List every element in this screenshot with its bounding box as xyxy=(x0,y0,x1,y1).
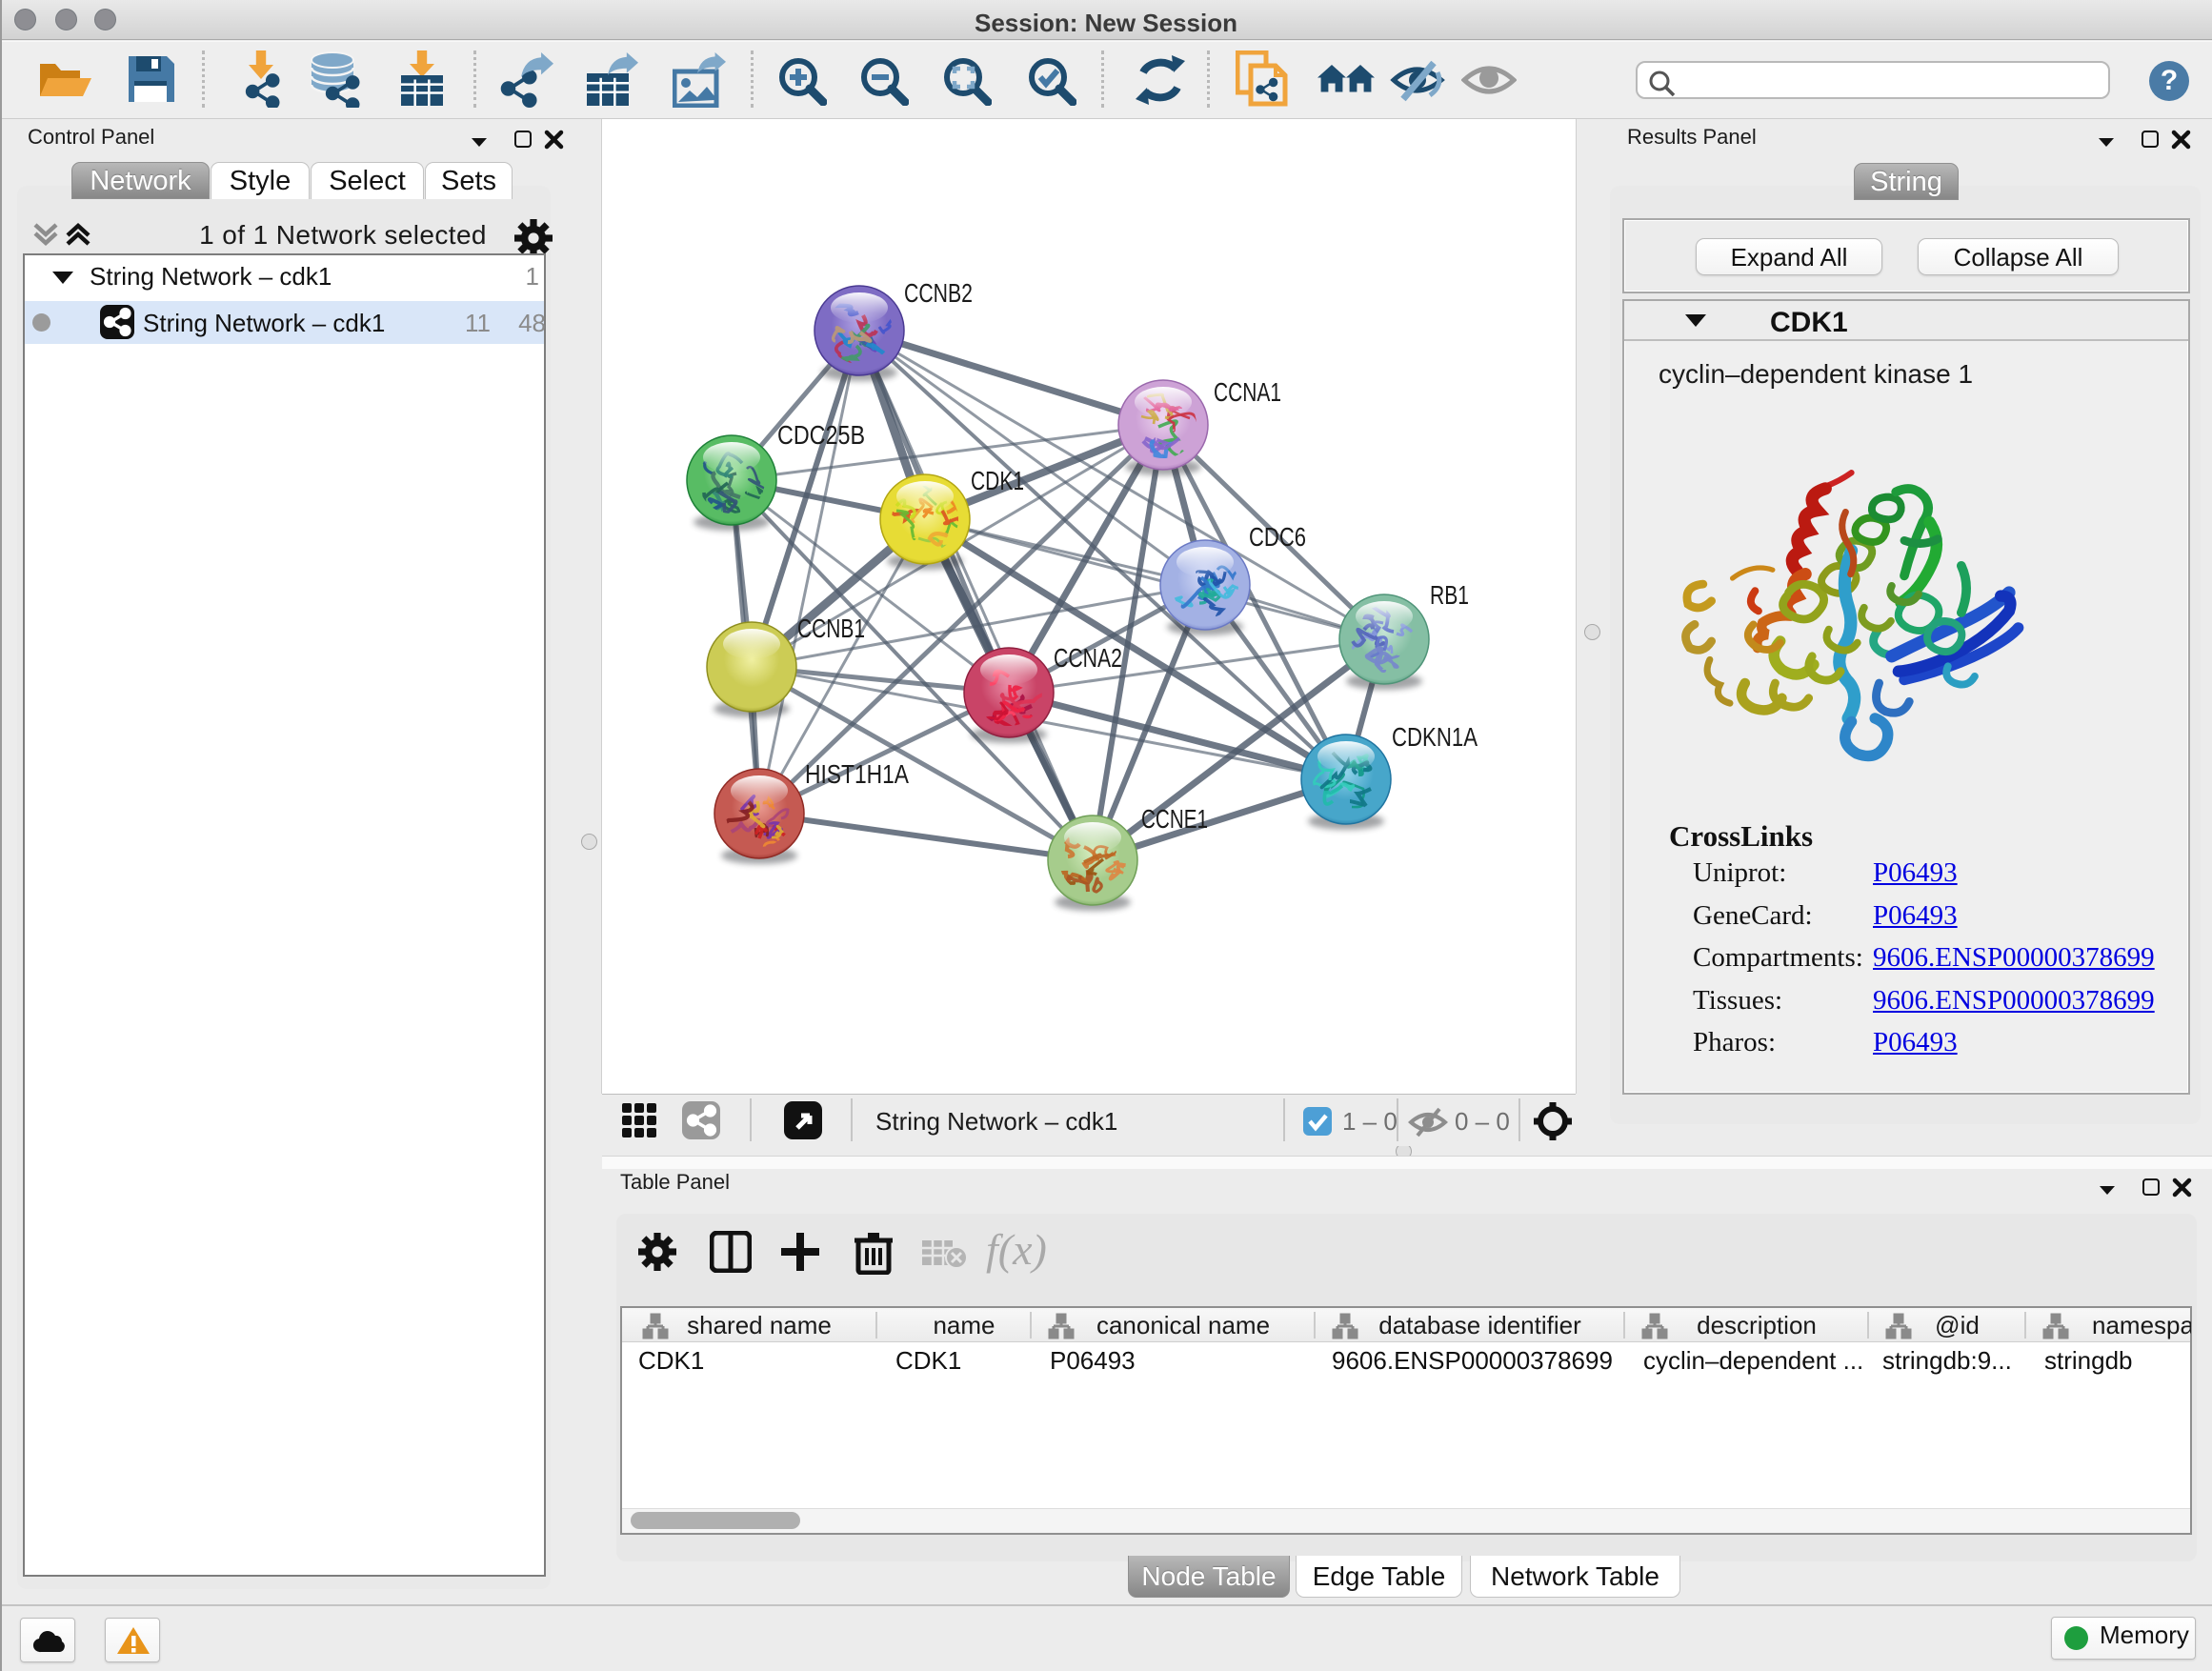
svg-text:CDK1: CDK1 xyxy=(971,466,1024,495)
svg-text:CCNE1: CCNE1 xyxy=(1141,804,1208,834)
svg-text:HIST1H1A: HIST1H1A xyxy=(805,759,909,789)
svg-text:RB1: RB1 xyxy=(1430,580,1469,610)
svg-text:CDKN1A: CDKN1A xyxy=(1392,722,1478,752)
svg-text:CCNB2: CCNB2 xyxy=(904,278,973,308)
svg-text:CCNB1: CCNB1 xyxy=(797,614,865,643)
svg-text:CDC6: CDC6 xyxy=(1249,522,1306,552)
svg-text:CCNA2: CCNA2 xyxy=(1054,643,1122,673)
svg-text:CDC25B: CDC25B xyxy=(777,420,865,450)
svg-text:CCNA1: CCNA1 xyxy=(1214,377,1281,407)
